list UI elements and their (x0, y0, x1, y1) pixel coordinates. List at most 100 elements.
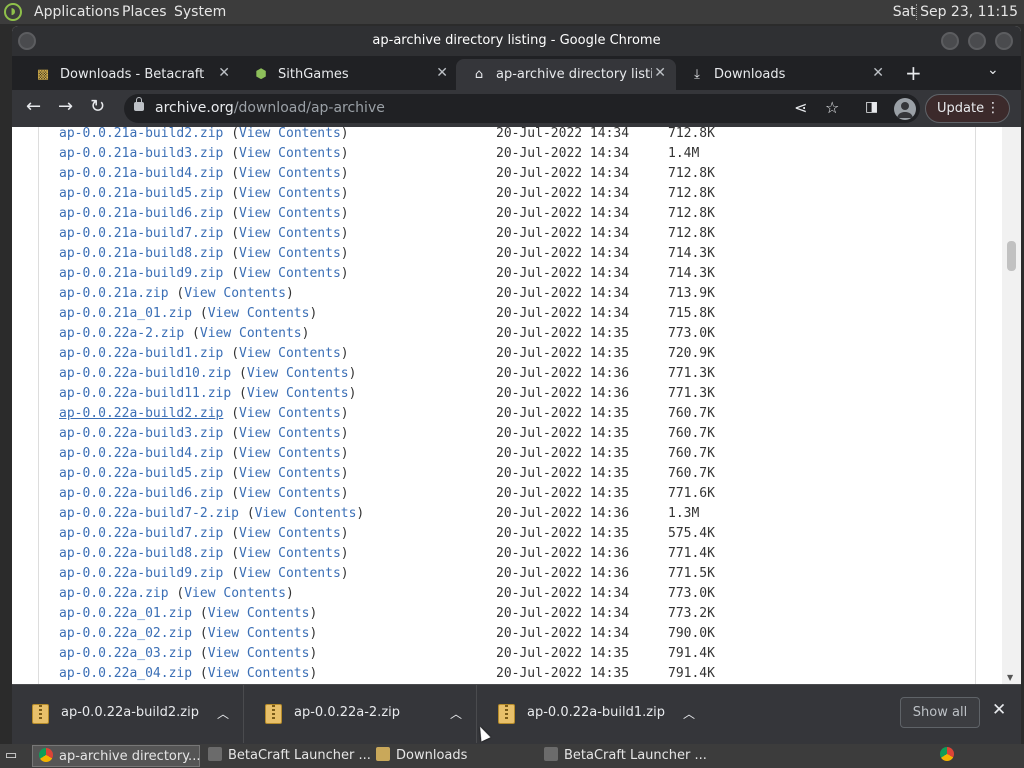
view-contents-link[interactable]: View Contents (184, 286, 286, 301)
view-contents-link[interactable]: View Contents (239, 146, 341, 161)
close-shelf-icon[interactable]: ✕ (992, 700, 1006, 720)
view-contents-link[interactable]: View Contents (247, 366, 349, 381)
view-contents-link[interactable]: View Contents (239, 526, 341, 541)
view-contents-link[interactable]: View Contents (184, 586, 286, 601)
download-item[interactable]: ap-0.0.22a-build1.zip ︿ (478, 685, 710, 743)
view-contents-link[interactable]: View Contents (239, 127, 341, 141)
update-button[interactable]: Update ⋮ (925, 94, 1010, 123)
file-link[interactable]: ap-0.0.21a-build8.zip (59, 246, 223, 261)
tab-betacraft[interactable]: ▩ Downloads - Betacraft ✕ (20, 59, 240, 90)
file-link[interactable]: ap-0.0.22a_03.zip (59, 646, 192, 661)
view-contents-link[interactable]: View Contents (255, 506, 357, 521)
bookmark-star-icon[interactable]: ☆ (825, 98, 839, 117)
chrome-tray-icon[interactable] (936, 745, 958, 767)
task-chrome-ap-archive[interactable]: ap-archive directory... (32, 745, 200, 767)
file-link[interactable]: ap-0.0.21a.zip (59, 286, 169, 301)
view-contents-link[interactable]: View Contents (239, 206, 341, 221)
view-contents-link[interactable]: View Contents (208, 646, 310, 661)
view-contents-link[interactable]: View Contents (239, 426, 341, 441)
view-contents-link[interactable]: View Contents (239, 346, 341, 361)
file-link[interactable]: ap-0.0.22a-build1.zip (59, 346, 223, 361)
file-link[interactable]: ap-0.0.22a-build4.zip (59, 446, 223, 461)
view-contents-link[interactable]: View Contents (200, 326, 302, 341)
show-all-button[interactable]: Show all (900, 697, 980, 728)
maximize-button[interactable] (968, 32, 986, 50)
view-contents-link[interactable]: View Contents (239, 266, 341, 281)
file-link[interactable]: ap-0.0.22a-build6.zip (59, 486, 223, 501)
window-menu-button[interactable] (18, 32, 36, 50)
scrollbar-thumb[interactable] (1007, 241, 1016, 271)
file-link[interactable]: ap-0.0.22a-build7-2.zip (59, 506, 239, 521)
view-contents-link[interactable]: View Contents (208, 626, 310, 641)
file-link[interactable]: ap-0.0.22a-build11.zip (59, 386, 231, 401)
profile-avatar-icon[interactable] (894, 98, 916, 120)
file-link[interactable]: ap-0.0.22a-build10.zip (59, 366, 231, 381)
view-contents-link[interactable]: View Contents (239, 446, 341, 461)
clock[interactable]: Sat Sep 23, 11:15 (893, 4, 1018, 20)
task-betacraft-launcher-2[interactable]: BetaCraft Launcher ... (538, 745, 707, 767)
window-titlebar[interactable]: ap-archive directory listing - Google Ch… (12, 26, 1021, 56)
file-link[interactable]: ap-0.0.21a-build4.zip (59, 166, 223, 181)
system-menu[interactable]: System (174, 4, 226, 20)
view-contents-link[interactable]: View Contents (208, 306, 310, 321)
file-link[interactable]: ap-0.0.22a.zip (59, 586, 169, 601)
file-link[interactable]: ap-0.0.22a-build2.zip (59, 406, 223, 421)
file-link[interactable]: ap-0.0.22a-build8.zip (59, 546, 223, 561)
reload-icon[interactable]: ↻ (90, 96, 105, 117)
file-link[interactable]: ap-0.0.21a-build2.zip (59, 127, 223, 141)
minimize-button[interactable] (941, 32, 959, 50)
task-betacraft-launcher[interactable]: BetaCraft Launcher ... (202, 745, 371, 767)
close-tab-icon[interactable]: ✕ (436, 65, 448, 81)
back-arrow-icon[interactable]: ← (26, 96, 41, 117)
url-text[interactable]: archive.org/download/ap-archive (155, 94, 385, 123)
chevron-up-icon[interactable]: ︿ (683, 705, 695, 722)
view-contents-link[interactable]: View Contents (239, 166, 341, 181)
distro-logo-icon[interactable]: ◗ (4, 3, 22, 21)
file-link[interactable]: ap-0.0.22a-build9.zip (59, 566, 223, 581)
tab-downloads[interactable]: ⤓ Downloads ✕ (674, 59, 894, 90)
view-contents-link[interactable]: View Contents (239, 566, 341, 581)
file-link[interactable]: ap-0.0.22a-build5.zip (59, 466, 223, 481)
file-link[interactable]: ap-0.0.21a-build5.zip (59, 186, 223, 201)
view-contents-link[interactable]: View Contents (247, 386, 349, 401)
view-contents-link[interactable]: View Contents (208, 606, 310, 621)
view-contents-link[interactable]: View Contents (208, 666, 310, 681)
file-link[interactable]: ap-0.0.21a-build6.zip (59, 206, 223, 221)
file-link[interactable]: ap-0.0.21a_01.zip (59, 306, 192, 321)
view-contents-link[interactable]: View Contents (239, 486, 341, 501)
close-tab-icon[interactable]: ✕ (218, 65, 230, 81)
file-link[interactable]: ap-0.0.22a_01.zip (59, 606, 192, 621)
forward-arrow-icon[interactable]: → (58, 96, 73, 117)
file-link[interactable]: ap-0.0.21a-build9.zip (59, 266, 223, 281)
tab-search-chevron-icon[interactable]: ⌄ (987, 62, 999, 78)
view-contents-link[interactable]: View Contents (239, 546, 341, 561)
file-link[interactable]: ap-0.0.21a-build3.zip (59, 146, 223, 161)
task-downloads-folder[interactable]: Downloads (370, 745, 538, 767)
close-tab-icon[interactable]: ✕ (872, 65, 884, 81)
new-tab-plus-icon[interactable]: + (905, 61, 922, 85)
close-tab-icon[interactable]: ✕ (654, 65, 666, 81)
file-link[interactable]: ap-0.0.22a_02.zip (59, 626, 192, 641)
tab-ap-archive[interactable]: ⌂ ap-archive directory listing ✕ (456, 59, 676, 90)
share-icon[interactable]: ⋖ (794, 98, 807, 117)
chevron-up-icon[interactable]: ︿ (217, 705, 229, 722)
view-contents-link[interactable]: View Contents (239, 226, 341, 241)
show-desktop-icon[interactable]: ▭ (0, 745, 22, 767)
view-contents-link[interactable]: View Contents (239, 466, 341, 481)
chevron-up-icon[interactable]: ︿ (450, 705, 462, 722)
file-link[interactable]: ap-0.0.22a-build7.zip (59, 526, 223, 541)
side-panel-icon[interactable]: ◨ (865, 99, 878, 115)
close-window-button[interactable] (995, 32, 1013, 50)
kebab-menu-icon[interactable]: ⋮ (986, 95, 1000, 122)
view-contents-link[interactable]: View Contents (239, 406, 341, 421)
file-link[interactable]: ap-0.0.22a-2.zip (59, 326, 184, 341)
view-contents-link[interactable]: View Contents (239, 186, 341, 201)
places-menu[interactable]: Places (122, 4, 167, 20)
scroll-down-arrow-icon[interactable]: ▼ (1007, 673, 1013, 682)
file-link[interactable]: ap-0.0.21a-build7.zip (59, 226, 223, 241)
tab-sithgames[interactable]: ⬢ SithGames ✕ (238, 59, 458, 90)
file-link[interactable]: ap-0.0.22a-build3.zip (59, 426, 223, 441)
applications-menu[interactable]: Applications (34, 4, 120, 20)
download-item[interactable]: ap-0.0.22a-2.zip ︿ (245, 685, 477, 743)
view-contents-link[interactable]: View Contents (239, 246, 341, 261)
